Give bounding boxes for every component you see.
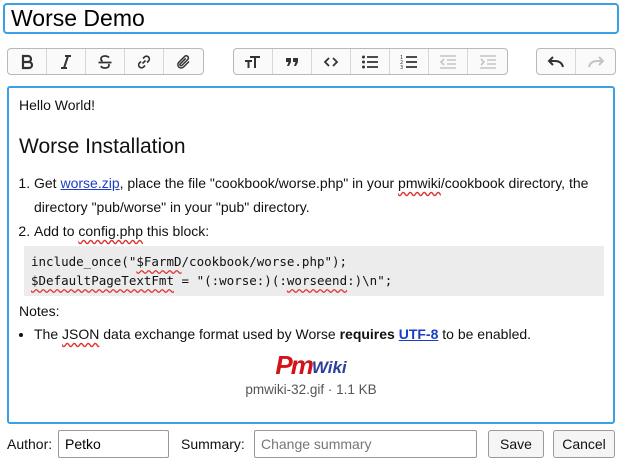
summary-input[interactable]	[254, 430, 477, 458]
editor-content-area[interactable]: Hello World! Worse Installation Get wors…	[7, 86, 615, 424]
note-text-mid: data exchange format used by Worse	[99, 326, 340, 342]
indent-icon	[479, 54, 496, 69]
summary-label: Summary:	[181, 436, 245, 452]
quote-button[interactable]	[273, 49, 312, 74]
author-label: Author:	[7, 436, 53, 452]
attachment-filename: pmwiki-32.gif	[245, 382, 325, 397]
note-spellcheck-word: JSON	[62, 326, 100, 342]
code-line2-part: = "(:worse:)(:	[174, 273, 287, 288]
toolbar-group-format	[7, 48, 204, 75]
step2-text-post: this block:	[142, 223, 210, 239]
page-title-input[interactable]	[3, 3, 619, 34]
edit-form-footer: Author: Summary: Save Cancel	[0, 430, 622, 458]
indent-button[interactable]	[468, 49, 507, 74]
code-line1-part: include_once("	[31, 254, 137, 269]
worse-zip-link[interactable]: worse.zip	[60, 175, 119, 191]
code-line2-word: worseend	[286, 273, 348, 288]
step1-text-mid: , place the file "cookbook/worse.php" in…	[119, 175, 399, 191]
attach-button[interactable]	[164, 49, 203, 74]
toolbar-group-blocks: 123	[233, 48, 508, 75]
code-line1-var: $FarmD	[136, 254, 182, 269]
redo-button[interactable]	[576, 49, 615, 74]
list-item: Add to config.php this block:	[34, 219, 603, 243]
numbered-list-icon: 123	[400, 55, 417, 70]
undo-icon	[547, 55, 564, 67]
code-icon	[323, 56, 339, 67]
cancel-button[interactable]: Cancel	[553, 430, 615, 458]
redo-icon	[587, 55, 604, 67]
utf8-link[interactable]: UTF-8	[399, 326, 439, 342]
code-line2-var: $DefaultPageTextFmt	[31, 273, 174, 288]
notes-list: The JSON data exchange format used by Wo…	[19, 322, 603, 346]
note-bold-word: requires	[339, 326, 395, 342]
svg-text:3: 3	[400, 65, 403, 70]
note-text-pre: The	[34, 326, 63, 342]
attachment-size: 1.1 KB	[336, 382, 377, 397]
bold-icon	[21, 54, 34, 69]
logo-pm: Pm	[275, 350, 313, 380]
install-steps-list: Get worse.zip, place the file "cookbook/…	[19, 171, 603, 243]
save-button[interactable]: Save	[488, 430, 544, 458]
link-icon	[137, 54, 151, 69]
step1-spellcheck-word: pmwiki	[398, 175, 441, 191]
link-button[interactable]	[125, 49, 164, 74]
bold-button[interactable]	[8, 49, 47, 74]
bullet-list-button[interactable]	[351, 49, 390, 74]
logo-wiki: Wiki	[311, 358, 347, 377]
undo-button[interactable]	[537, 49, 576, 74]
bullet-list-icon	[362, 55, 378, 68]
numbered-list-button[interactable]: 123	[390, 49, 429, 74]
text-size-icon	[245, 55, 260, 68]
text-size-button[interactable]	[234, 49, 273, 74]
strikethrough-icon	[98, 54, 112, 69]
section-heading: Worse Installation	[19, 135, 186, 158]
code-button[interactable]	[312, 49, 351, 74]
step2-spellcheck-word: config.php	[78, 223, 143, 239]
list-item: Get worse.zip, place the file "cookbook/…	[34, 171, 603, 219]
pmwiki-logo: Pm Wiki	[275, 352, 346, 378]
quote-icon	[286, 57, 298, 66]
attachment-separator: ·	[324, 382, 337, 397]
notes-label: Notes:	[19, 303, 60, 319]
toolbar-group-history	[536, 48, 616, 75]
code-line1-rest: /cookbook/worse.php");	[181, 254, 348, 269]
greeting-text: Hello World!	[19, 97, 95, 113]
outdent-icon	[439, 54, 456, 69]
list-item: The JSON data exchange format used by Wo…	[34, 322, 603, 346]
italic-icon	[61, 54, 71, 69]
outdent-button[interactable]	[429, 49, 468, 74]
editor-toolbar: 123	[0, 48, 622, 75]
attachment-preview[interactable]: Pm Wiki pmwiki-32.gif · 1.1 KB	[19, 352, 603, 397]
step2-text-pre: Add to	[34, 223, 79, 239]
strikethrough-button[interactable]	[86, 49, 125, 74]
step1-text-pre: Get	[34, 175, 61, 191]
note-text-post: to be enabled.	[438, 326, 532, 342]
author-input[interactable]	[58, 430, 169, 458]
code-line2-rest: :)\n";	[347, 273, 393, 288]
italic-button[interactable]	[47, 49, 86, 74]
attachment-meta: pmwiki-32.gif · 1.1 KB	[19, 382, 603, 397]
code-block: include_once("$FarmD/cookbook/worse.php"…	[24, 246, 604, 296]
attach-icon	[176, 54, 190, 69]
